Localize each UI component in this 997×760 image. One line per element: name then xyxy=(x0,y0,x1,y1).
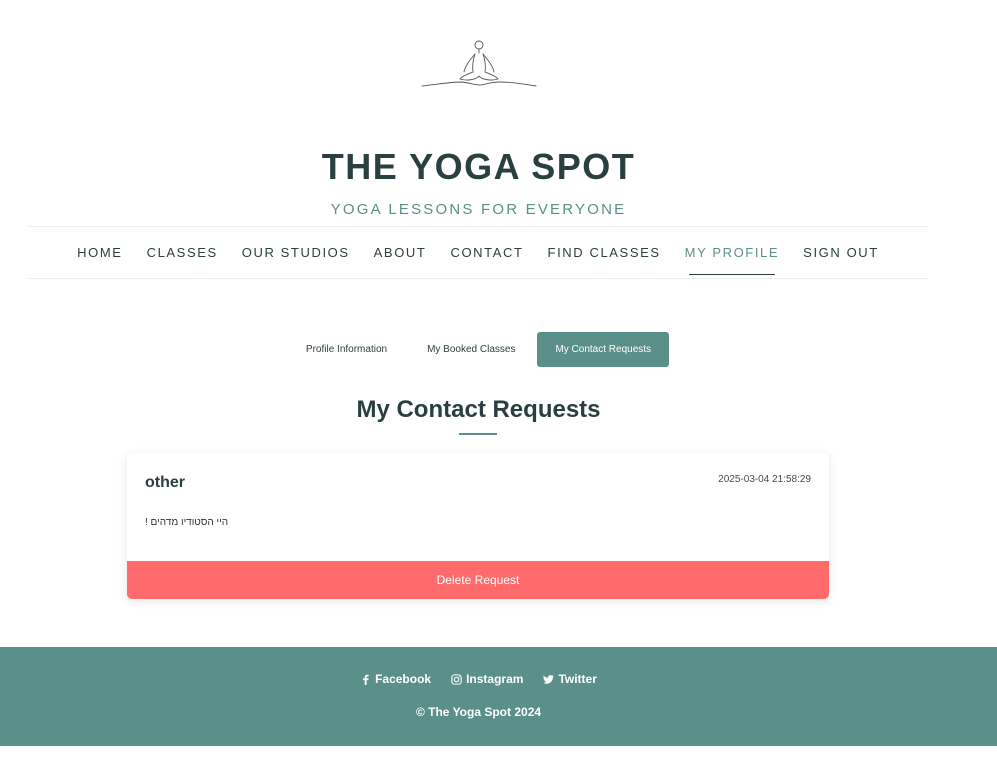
instagram-link[interactable]: Instagram xyxy=(451,672,523,686)
footer: Facebook Instagram Twitter © The Yoga Sp… xyxy=(0,647,997,746)
profile-tabs: Profile Information My Booked Classes My… xyxy=(0,332,957,367)
facebook-icon xyxy=(363,674,369,685)
main-nav: HOME CLASSES OUR STUDIOS ABOUT CONTACT F… xyxy=(28,226,928,279)
request-message: היי הסטודיו מדהים ! xyxy=(145,517,229,528)
facebook-label: Facebook xyxy=(375,672,432,686)
page-title: My Contact Requests xyxy=(356,396,601,423)
nav-our-studios[interactable]: OUR STUDIOS xyxy=(242,241,350,264)
twitter-label: Twitter xyxy=(558,672,597,686)
tab-profile-information[interactable]: Profile Information xyxy=(288,332,405,367)
nav-home[interactable]: HOME xyxy=(77,241,122,264)
nav-sign-out[interactable]: SIGN OUT xyxy=(803,241,879,264)
instagram-label: Instagram xyxy=(466,672,524,686)
request-date: 2025-03-04 21:58:29 xyxy=(718,474,811,485)
contact-request-card: other 2025-03-04 21:58:29 היי הסטודיו מד… xyxy=(127,453,829,599)
site-title: THE YOGA SPOT xyxy=(321,146,636,187)
nav-find-classes[interactable]: FIND CLASSES xyxy=(548,241,661,264)
request-subject: other xyxy=(145,474,185,491)
yoga-meditation-logo xyxy=(421,40,537,87)
twitter-icon xyxy=(543,674,555,684)
social-links: Facebook Instagram Twitter xyxy=(0,672,957,686)
nav-about[interactable]: ABOUT xyxy=(374,241,427,264)
title-underline xyxy=(459,433,497,435)
copyright: © The Yoga Spot 2024 xyxy=(415,705,542,719)
tab-my-contact-requests[interactable]: My Contact Requests xyxy=(537,332,670,367)
site-subtitle: YOGA LESSONS FOR EVERYONE xyxy=(330,201,627,218)
delete-request-button[interactable]: Delete Request xyxy=(127,561,829,599)
nav-my-profile[interactable]: MY PROFILE xyxy=(685,241,780,275)
facebook-link[interactable]: Facebook xyxy=(360,672,431,686)
nav-classes[interactable]: CLASSES xyxy=(147,241,218,264)
instagram-icon xyxy=(451,673,462,685)
nav-contact[interactable]: CONTACT xyxy=(450,241,523,264)
twitter-link[interactable]: Twitter xyxy=(543,672,597,686)
tab-my-booked-classes[interactable]: My Booked Classes xyxy=(409,332,533,367)
